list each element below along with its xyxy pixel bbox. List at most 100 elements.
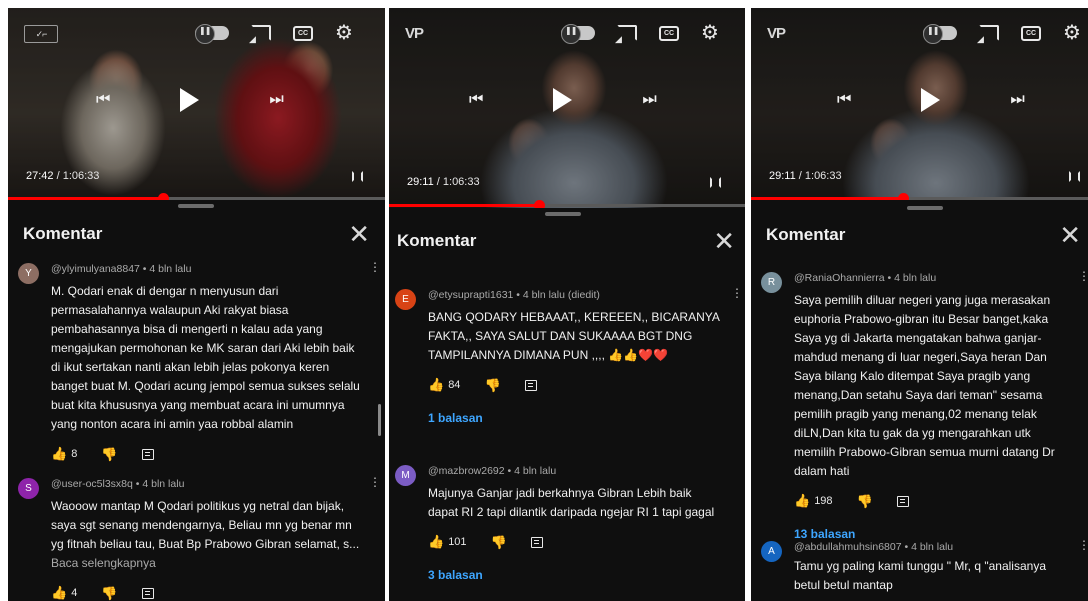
autoplay-toggle[interactable] bbox=[923, 24, 957, 44]
dislike-icon[interactable]: 👍 bbox=[101, 446, 117, 462]
time-display: 29:11 / 1:06:33 bbox=[407, 176, 480, 188]
top-controls: CC ⚙ bbox=[923, 23, 1081, 45]
dislike-icon[interactable]: 👍 bbox=[101, 585, 117, 601]
gear-icon[interactable]: ⚙ bbox=[1063, 23, 1081, 43]
comments-header: Komentar ✕ bbox=[766, 222, 1081, 248]
dislike-icon[interactable]: 👍 bbox=[484, 377, 500, 393]
progress-bar[interactable] bbox=[751, 193, 1088, 200]
avatar[interactable]: Y bbox=[18, 263, 39, 284]
video-player[interactable]: ✓⌐ CC ⚙ ⏮ ⏭ 27:42 / 1:06:33 bbox=[8, 8, 385, 200]
comments-title: Komentar bbox=[397, 231, 477, 250]
captions-icon[interactable]: CC bbox=[1021, 25, 1041, 41]
autoplay-toggle[interactable] bbox=[195, 24, 229, 44]
comments-title: Komentar bbox=[23, 224, 103, 243]
avatar[interactable]: R bbox=[761, 272, 782, 293]
like-icon[interactable]: 👍 bbox=[794, 493, 810, 509]
play-icon[interactable] bbox=[553, 88, 573, 112]
reply-icon[interactable] bbox=[896, 495, 909, 507]
playback-controls: ⏮ ⏭ bbox=[96, 88, 284, 112]
more-options-icon[interactable]: ⋮ bbox=[1078, 539, 1088, 551]
previous-icon[interactable]: ⏮ bbox=[96, 91, 110, 109]
comment-actions: 👍 4 👍 bbox=[51, 585, 361, 601]
channel-logo-icon: ✓⌐ bbox=[24, 25, 58, 43]
video-player[interactable]: VP CC ⚙ ⏮ ⏭ 29:11 / 1:06:33 bbox=[751, 8, 1088, 200]
like-icon[interactable]: 👍 bbox=[428, 534, 444, 550]
comment-actions: 👍 101 👍 bbox=[428, 534, 723, 550]
fullscreen-icon[interactable] bbox=[352, 171, 363, 182]
comment-text: Majunya Ganjar jadi berkahnya Gibran Leb… bbox=[428, 486, 715, 519]
avatar[interactable]: S bbox=[18, 478, 39, 499]
comment-text: Waooow mantap M Qodari politikus yg netr… bbox=[51, 499, 360, 570]
previous-icon[interactable]: ⏮ bbox=[469, 91, 483, 109]
captions-icon[interactable]: CC bbox=[659, 25, 679, 41]
gear-icon[interactable]: ⚙ bbox=[701, 23, 719, 43]
more-options-icon[interactable]: ⋮ bbox=[1078, 270, 1088, 282]
video-player[interactable]: VP CC ⚙ ⏮ ⏭ 29:11 / 1:06:33 bbox=[389, 8, 745, 208]
reply-icon[interactable] bbox=[141, 587, 154, 599]
captions-icon[interactable]: CC bbox=[293, 25, 313, 41]
comment-author[interactable]: @mazbrow2692 • 4 bln lalu bbox=[428, 465, 723, 477]
more-options-icon[interactable]: ⋮ bbox=[369, 261, 381, 273]
comments-title: Komentar bbox=[766, 225, 846, 244]
reply-icon[interactable] bbox=[530, 536, 543, 548]
fullscreen-icon[interactable] bbox=[1069, 171, 1080, 182]
reply-icon[interactable] bbox=[524, 379, 537, 391]
like-icon[interactable]: 👍 bbox=[51, 585, 67, 601]
cast-icon[interactable] bbox=[977, 25, 999, 45]
comment-author[interactable]: @user-oc5l3sx8q • 4 bln lalu bbox=[51, 478, 361, 490]
close-icon[interactable]: ✕ bbox=[713, 228, 735, 254]
next-icon[interactable]: ⏭ bbox=[642, 91, 656, 109]
progress-bar[interactable] bbox=[389, 200, 745, 208]
dislike-icon[interactable]: 👍 bbox=[491, 534, 507, 550]
avatar[interactable]: E bbox=[395, 289, 416, 310]
read-more-link[interactable]: Baca selengkapnya bbox=[51, 556, 156, 570]
progress-scrubber[interactable] bbox=[898, 193, 909, 200]
next-icon[interactable]: ⏭ bbox=[269, 91, 283, 109]
scrollbar[interactable] bbox=[378, 404, 381, 436]
autoplay-toggle[interactable] bbox=[561, 24, 595, 44]
like-count: 4 bbox=[71, 587, 78, 599]
channel-logo: VP bbox=[405, 25, 424, 42]
gear-icon[interactable]: ⚙ bbox=[335, 23, 353, 43]
progress-bar[interactable] bbox=[8, 193, 385, 200]
comment-actions: 👍 198 👍 bbox=[794, 493, 1070, 509]
reply-icon[interactable] bbox=[141, 448, 154, 460]
comment-author[interactable]: @RaniaOhannierra • 4 bln lalu bbox=[794, 272, 1070, 284]
dislike-icon[interactable]: 👍 bbox=[857, 493, 873, 509]
drag-handle[interactable] bbox=[545, 212, 581, 216]
comment-text: BANG QODARY HEBAAAT,, KEREEEN,, BICARANY… bbox=[428, 310, 720, 362]
drag-handle[interactable] bbox=[907, 206, 943, 210]
next-icon[interactable]: ⏭ bbox=[1010, 91, 1024, 109]
replies-link[interactable]: 3 balasan bbox=[428, 568, 723, 582]
cast-icon[interactable] bbox=[615, 25, 637, 45]
replies-link[interactable]: 13 balasan bbox=[794, 527, 1070, 541]
replies-link[interactable]: 1 balasan bbox=[428, 411, 723, 425]
like-icon[interactable]: 👍 bbox=[428, 377, 444, 393]
close-icon[interactable]: ✕ bbox=[348, 221, 370, 247]
comment-text: Tamu yg paling kami tunggu " Mr, q "anal… bbox=[794, 559, 1046, 592]
channel-logo: VP bbox=[767, 25, 786, 42]
fullscreen-icon[interactable] bbox=[710, 177, 721, 188]
comment-author[interactable]: @etysuprapti1631 • 4 bln lalu (diedit) bbox=[428, 289, 723, 301]
play-icon[interactable] bbox=[921, 88, 941, 112]
comment-author[interactable]: @ylyimulyana8847 • 4 bln lalu bbox=[51, 263, 361, 275]
progress-scrubber[interactable] bbox=[158, 193, 169, 200]
phone-screenshot-3: VP CC ⚙ ⏮ ⏭ 29:11 / 1:06:33 Komentar ✕ R… bbox=[751, 8, 1088, 601]
comments-header: Komentar ✕ bbox=[23, 221, 370, 247]
time-display: 27:42 / 1:06:33 bbox=[26, 170, 100, 182]
drag-handle[interactable] bbox=[178, 204, 214, 208]
like-icon[interactable]: 👍 bbox=[51, 446, 67, 462]
phone-screenshot-1: ✓⌐ CC ⚙ ⏮ ⏭ 27:42 / 1:06:33 Komentar ✕ Y… bbox=[8, 8, 385, 601]
cast-icon[interactable] bbox=[249, 25, 271, 45]
comment-author[interactable]: @abdullahmuhsin6807 • 4 bln lalu bbox=[794, 541, 1070, 553]
close-icon[interactable]: ✕ bbox=[1059, 222, 1081, 248]
avatar[interactable]: A bbox=[761, 541, 782, 562]
more-options-icon[interactable]: ⋮ bbox=[369, 476, 381, 488]
play-icon[interactable] bbox=[180, 88, 200, 112]
more-options-icon[interactable]: ⋮ bbox=[731, 287, 743, 299]
progress-scrubber[interactable] bbox=[534, 200, 545, 208]
previous-icon[interactable]: ⏮ bbox=[837, 91, 851, 109]
like-count: 101 bbox=[448, 536, 467, 548]
phone-screenshot-2: VP CC ⚙ ⏮ ⏭ 29:11 / 1:06:33 Komentar ✕ E… bbox=[389, 8, 745, 601]
avatar[interactable]: M bbox=[395, 465, 416, 486]
